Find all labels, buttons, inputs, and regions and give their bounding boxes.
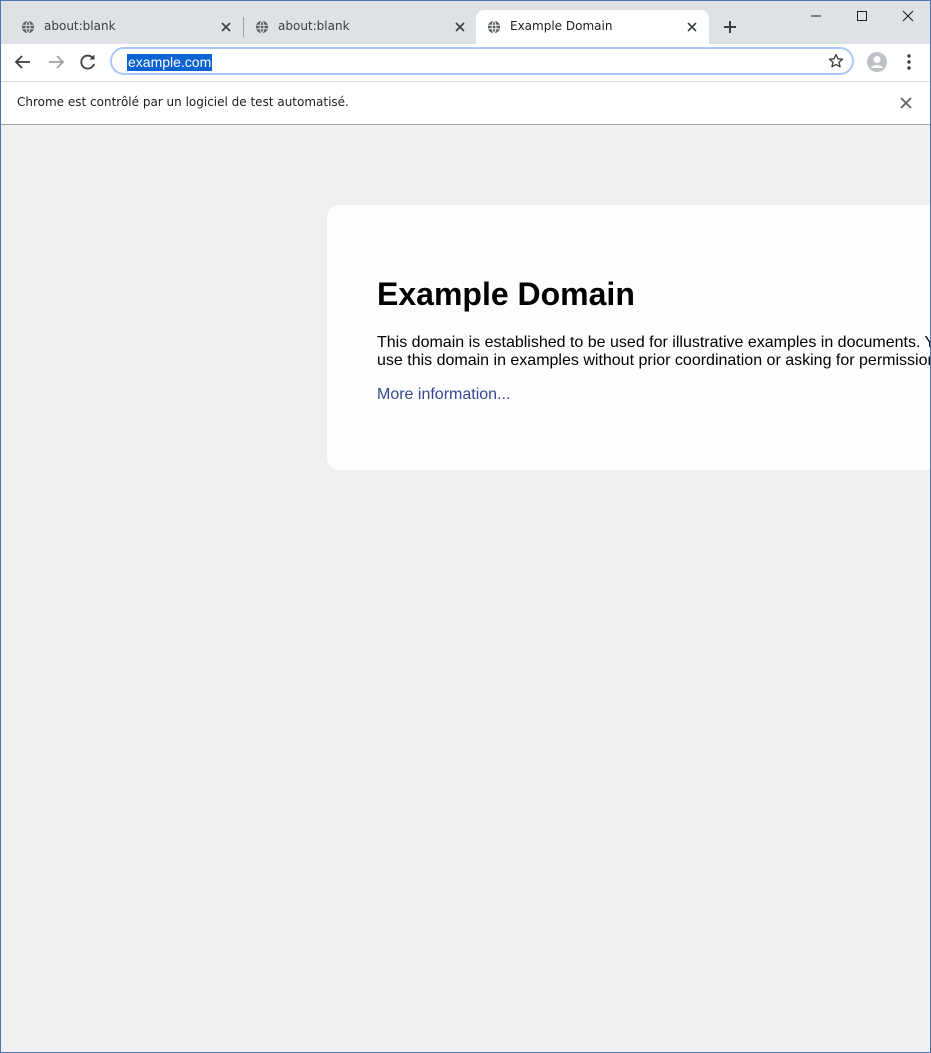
page-description: This domain is established to be used fo…: [377, 334, 930, 369]
profile-avatar-icon[interactable]: [866, 51, 888, 73]
bookmark-star-icon[interactable]: [828, 53, 844, 69]
minimize-icon: [811, 15, 821, 17]
tab-title: Example Domain: [510, 19, 613, 33]
content-card: Example Domain This domain is establishe…: [327, 205, 930, 470]
infobar-close-icon[interactable]: [898, 95, 914, 111]
browser-window: about:blank about:blank Example Domain e…: [0, 0, 931, 1053]
forward-arrow-icon[interactable]: [45, 51, 67, 73]
maximize-button[interactable]: [839, 1, 885, 31]
address-bar[interactable]: example.com: [110, 47, 854, 75]
automation-infobar: Chrome est contrôlé par un logiciel de t…: [1, 82, 930, 125]
maximize-icon: [857, 11, 867, 21]
tab-close-icon[interactable]: [684, 19, 700, 35]
tab-close-icon[interactable]: [452, 19, 468, 35]
more-information-link[interactable]: More information...: [377, 386, 510, 404]
globe-icon: [255, 20, 269, 34]
tab-about-blank-2[interactable]: about:blank: [244, 10, 477, 44]
close-window-button[interactable]: [885, 1, 930, 31]
tab-title: about:blank: [278, 19, 350, 33]
address-bar-url[interactable]: example.com: [127, 54, 213, 71]
tab-title: about:blank: [44, 19, 116, 33]
browser-toolbar: example.com: [1, 44, 930, 82]
reload-icon[interactable]: [77, 51, 99, 73]
tab-strip: about:blank about:blank Example Domain: [1, 1, 930, 44]
page-heading: Example Domain: [377, 276, 635, 312]
tab-example-domain[interactable]: Example Domain: [476, 10, 709, 44]
globe-icon: [487, 20, 501, 34]
minimize-button[interactable]: [793, 1, 839, 31]
new-tab-plus-icon[interactable]: [719, 16, 741, 38]
infobar-message: Chrome est contrôlé par un logiciel de t…: [17, 95, 349, 109]
page-viewport: Example Domain This domain is establishe…: [1, 125, 930, 1052]
close-icon: [902, 10, 914, 22]
kebab-menu-icon[interactable]: [899, 51, 919, 73]
back-arrow-icon[interactable]: [12, 51, 34, 73]
globe-icon: [21, 20, 35, 34]
tab-close-icon[interactable]: [218, 19, 234, 35]
tab-about-blank-1[interactable]: about:blank: [10, 10, 243, 44]
